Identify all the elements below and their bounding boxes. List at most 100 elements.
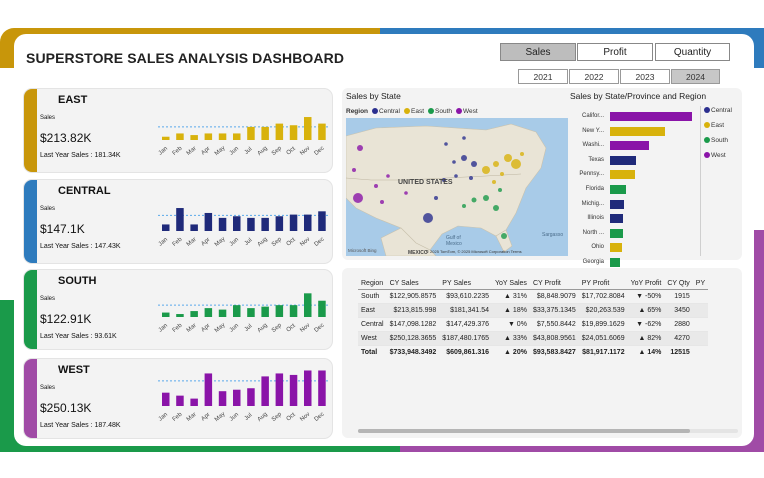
bubble[interactable] xyxy=(423,213,433,223)
month-bar[interactable] xyxy=(176,314,184,317)
bubble[interactable] xyxy=(483,195,489,201)
month-bar[interactable] xyxy=(247,217,255,231)
bubble[interactable] xyxy=(357,145,363,151)
col-header[interactable]: PY Sales xyxy=(439,278,493,290)
month-bar[interactable] xyxy=(162,224,170,231)
bubble[interactable] xyxy=(482,166,490,174)
bubble[interactable] xyxy=(471,161,477,167)
month-bar[interactable] xyxy=(233,216,241,231)
state-bar[interactable] xyxy=(610,185,626,194)
bar-legend-central[interactable]: Central xyxy=(704,107,732,114)
bubble[interactable] xyxy=(511,159,521,169)
state-bar[interactable] xyxy=(610,258,620,267)
state-bar[interactable] xyxy=(610,141,649,151)
month-bar[interactable] xyxy=(190,135,198,140)
region-card-east[interactable]: EAST Sales $213.82K Last Year Sales : 18… xyxy=(24,89,332,172)
month-bar[interactable] xyxy=(233,305,241,317)
month-bar[interactable] xyxy=(176,133,184,140)
bar-legend-south[interactable]: South xyxy=(704,137,728,144)
month-bar[interactable] xyxy=(218,309,227,317)
sales-map[interactable]: UNITED STATES Gulf of Mexico Sargasso ME… xyxy=(346,118,568,256)
table-row[interactable]: Central $147,098.1282 $147,429.376 ▼ 0% $7,5… xyxy=(358,317,709,332)
bubble[interactable] xyxy=(471,197,477,203)
bubble[interactable] xyxy=(461,155,467,161)
month-bar[interactable] xyxy=(233,133,241,140)
bubble[interactable] xyxy=(469,176,473,180)
state-bar[interactable] xyxy=(610,126,665,136)
month-bar[interactable] xyxy=(289,305,298,317)
month-bar[interactable] xyxy=(162,136,170,140)
region-card-west[interactable]: WEST Sales $250.13K Last Year Sales : 18… xyxy=(24,359,332,438)
month-bar[interactable] xyxy=(204,133,213,140)
col-header[interactable]: CY Profit xyxy=(529,278,579,290)
month-bar[interactable] xyxy=(275,373,284,406)
table-scrollbar[interactable] xyxy=(358,429,690,433)
month-bar[interactable] xyxy=(304,214,312,231)
tab-sales[interactable]: Sales xyxy=(500,43,576,61)
bubble[interactable] xyxy=(492,180,496,184)
bubble[interactable] xyxy=(504,154,512,162)
bubble[interactable] xyxy=(493,161,499,167)
month-bar[interactable] xyxy=(190,398,198,406)
month-bar[interactable] xyxy=(247,308,255,317)
month-bar[interactable] xyxy=(275,216,284,231)
bubble[interactable] xyxy=(452,160,456,164)
bubble[interactable] xyxy=(380,200,384,204)
month-bar[interactable] xyxy=(318,123,326,140)
legend-item-east[interactable]: East xyxy=(404,108,424,115)
state-bar[interactable] xyxy=(610,155,636,165)
state-bar[interactable] xyxy=(610,170,635,180)
col-header[interactable]: YoY Sales xyxy=(492,278,530,290)
month-bar[interactable] xyxy=(162,312,170,317)
bar-legend-east[interactable]: East xyxy=(704,122,724,129)
bubble[interactable] xyxy=(434,196,438,200)
bar-legend-west[interactable]: West xyxy=(704,152,726,159)
year-2024-button[interactable]: 2024 xyxy=(671,69,720,84)
month-bar[interactable] xyxy=(261,376,269,406)
col-header[interactable]: PY Profit xyxy=(578,278,628,290)
month-bar[interactable] xyxy=(318,300,326,317)
state-bar[interactable] xyxy=(610,112,692,121)
state-bar[interactable] xyxy=(610,228,623,238)
tab-quantity[interactable]: Quantity xyxy=(655,43,730,61)
bubble[interactable] xyxy=(462,204,466,208)
month-bar[interactable] xyxy=(204,308,213,317)
month-bar[interactable] xyxy=(289,125,298,140)
bubble[interactable] xyxy=(353,193,363,203)
month-bar[interactable] xyxy=(162,392,170,406)
month-bar[interactable] xyxy=(218,133,227,140)
map-attribution[interactable]: © 2025 TomTom, © 2025 Microsoft Corporat… xyxy=(426,249,522,254)
bubble[interactable] xyxy=(444,142,448,146)
table-row[interactable]: West $250,128.3655 $187,480.1765 ▲ 33% $43,8… xyxy=(358,331,709,346)
state-bar[interactable] xyxy=(610,199,624,209)
bubble[interactable] xyxy=(462,136,466,140)
bubble[interactable] xyxy=(386,174,390,178)
month-bar[interactable] xyxy=(176,395,184,406)
table-row[interactable]: East $213,815.998 $181,341.54 ▲ 18% $33,375.… xyxy=(358,303,709,318)
month-bar[interactable] xyxy=(289,374,298,406)
state-bar-scroll[interactable] xyxy=(700,106,701,256)
year-2023-button[interactable]: 2023 xyxy=(620,69,670,84)
month-bar[interactable] xyxy=(304,370,312,406)
region-card-central[interactable]: CENTRAL Sales $147.1K Last Year Sales : … xyxy=(24,180,332,263)
bubble[interactable] xyxy=(404,191,408,195)
tab-profit[interactable]: Profit xyxy=(577,43,653,61)
col-header[interactable]: PY xyxy=(692,278,709,290)
region-card-south[interactable]: SOUTH Sales $122.91K Last Year Sales : 9… xyxy=(24,270,332,349)
month-bar[interactable] xyxy=(261,217,269,231)
bubble[interactable] xyxy=(520,152,524,156)
legend-item-west[interactable]: West xyxy=(456,108,478,115)
table-row[interactable]: South $122,905.8575 $93,610.2235 ▲ 31% $8,84… xyxy=(358,289,709,304)
legend-item-south[interactable]: South xyxy=(428,108,452,115)
month-bar[interactable] xyxy=(318,370,326,406)
bubble[interactable] xyxy=(500,172,504,176)
bubble[interactable] xyxy=(374,184,378,188)
month-bar[interactable] xyxy=(275,123,284,140)
col-header[interactable]: CY Sales xyxy=(386,278,440,290)
month-bar[interactable] xyxy=(304,117,312,140)
legend-item-central[interactable]: Central xyxy=(372,108,400,115)
month-bar[interactable] xyxy=(190,311,198,317)
state-bar[interactable] xyxy=(610,214,623,224)
month-bar[interactable] xyxy=(275,305,284,317)
state-bar[interactable] xyxy=(610,243,622,253)
